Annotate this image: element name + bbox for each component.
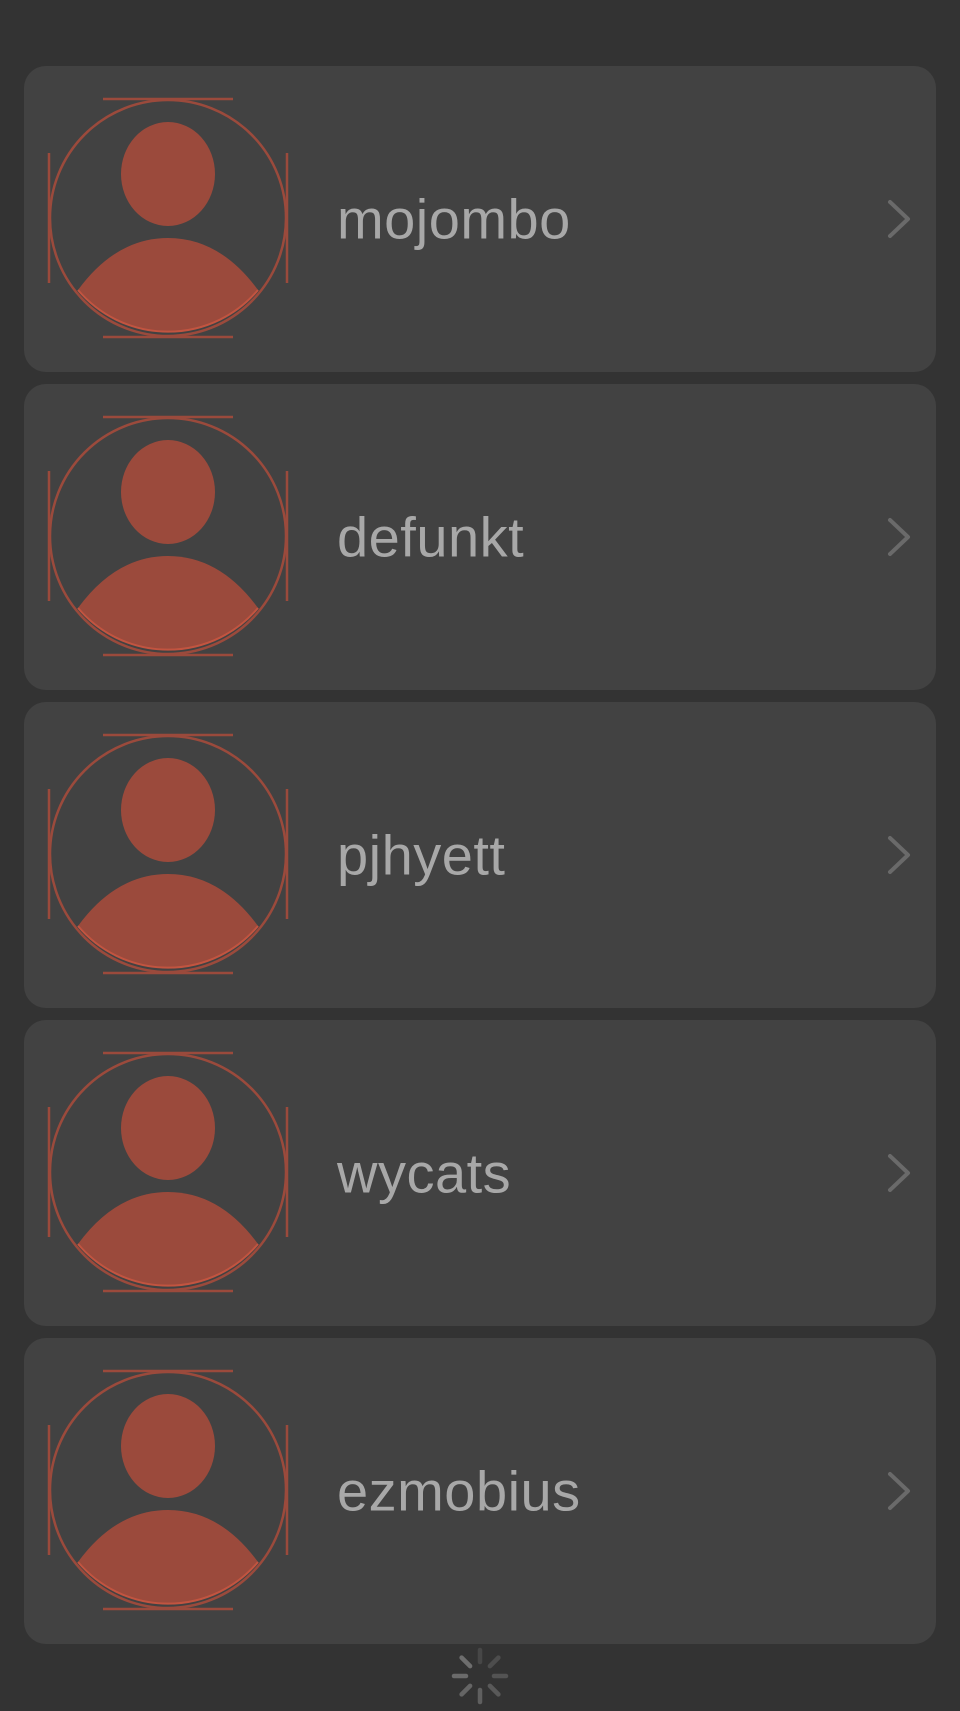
username-label: pjhyett <box>337 823 506 887</box>
user-row[interactable]: wycats <box>24 1020 936 1326</box>
username-label: mojombo <box>337 187 571 251</box>
user-list: mojombo defunkt pjhyett wycats ezmobius <box>24 66 936 1656</box>
chevron-right-icon <box>886 1471 912 1511</box>
chevron-right-icon <box>886 1153 912 1193</box>
chevron-right-icon <box>886 835 912 875</box>
person-placeholder-icon <box>46 414 290 658</box>
person-placeholder-icon <box>46 96 290 340</box>
username-label: defunkt <box>337 505 525 569</box>
person-placeholder-icon <box>46 1368 290 1612</box>
user-row[interactable]: mojombo <box>24 66 936 372</box>
username-label: ezmobius <box>337 1459 581 1523</box>
chevron-right-icon <box>886 517 912 557</box>
user-row[interactable]: defunkt <box>24 384 936 690</box>
person-placeholder-icon <box>46 732 290 976</box>
username-label: wycats <box>337 1141 512 1205</box>
user-row[interactable]: ezmobius <box>24 1338 936 1644</box>
user-row[interactable]: pjhyett <box>24 702 936 1008</box>
loading-spinner-icon <box>450 1646 510 1706</box>
person-placeholder-icon <box>46 1050 290 1294</box>
chevron-right-icon <box>886 199 912 239</box>
